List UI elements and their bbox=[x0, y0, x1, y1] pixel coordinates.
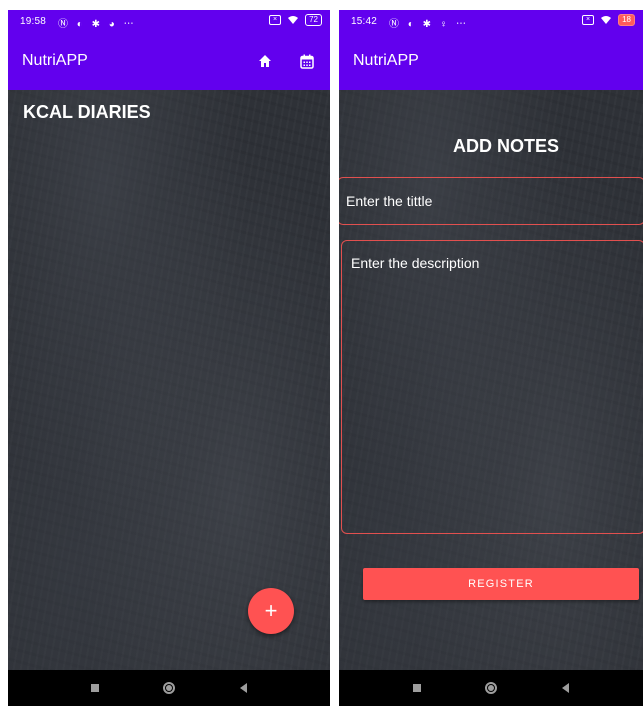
phone-screen-add-notes: 15:42 Ⓝ ◐ ✱ ♀ ⋯ × 18 NutriAPP ADD NOTES … bbox=[339, 10, 643, 706]
register-button[interactable]: REGISTER bbox=[363, 568, 639, 600]
home-icon bbox=[259, 55, 271, 67]
square-icon bbox=[413, 684, 421, 692]
description-placeholder: Enter the description bbox=[351, 255, 480, 271]
back-triangle-icon bbox=[239, 683, 247, 693]
app-title: NutriAPP bbox=[353, 52, 419, 69]
recents-button[interactable] bbox=[87, 680, 103, 696]
title-input[interactable]: Enter the tittle bbox=[339, 177, 643, 225]
wifi-icon bbox=[601, 16, 612, 24]
circle-icon bbox=[163, 682, 175, 694]
status-time: 19:58 bbox=[20, 16, 47, 27]
status-notification-icons: Ⓝ ◐ ✱ ◕ ⋯ bbox=[58, 19, 137, 30]
system-nav-bar bbox=[8, 670, 330, 706]
back-button[interactable] bbox=[557, 680, 573, 696]
calendar-button[interactable] bbox=[296, 50, 318, 72]
wifi-icon bbox=[288, 16, 299, 24]
home-nav-button[interactable] bbox=[161, 680, 177, 696]
page-title: KCAL DIARIES bbox=[23, 102, 151, 122]
page-title: ADD NOTES bbox=[452, 136, 559, 156]
sim-off-icon: × bbox=[269, 15, 282, 25]
home-button[interactable] bbox=[254, 50, 276, 72]
square-icon bbox=[91, 684, 99, 692]
circle-icon bbox=[485, 682, 497, 694]
description-input[interactable]: Enter the description bbox=[341, 240, 643, 534]
battery-indicator: 18 bbox=[618, 14, 635, 26]
recents-button[interactable] bbox=[409, 680, 425, 696]
status-notification-icons: Ⓝ ◐ ✱ ♀ ⋯ bbox=[389, 19, 470, 30]
phone-screen-kcal-diaries: 19:58 Ⓝ ◐ ✱ ◕ ⋯ × 72 NutriAPP KCAL DIARI… bbox=[8, 10, 330, 706]
system-nav-bar bbox=[339, 670, 643, 706]
app-bar: NutriAPP bbox=[339, 34, 643, 90]
battery-indicator: 72 bbox=[305, 14, 322, 26]
status-system-icons: × 18 bbox=[582, 14, 635, 26]
app-title: NutriAPP bbox=[22, 52, 88, 69]
plus-icon: + bbox=[264, 598, 278, 623]
add-note-fab[interactable]: + bbox=[248, 588, 294, 634]
home-nav-button[interactable] bbox=[483, 680, 499, 696]
status-bar: 15:42 Ⓝ ◐ ✱ ♀ ⋯ × 18 bbox=[339, 10, 643, 34]
back-triangle-icon bbox=[561, 683, 569, 693]
status-time: 15:42 bbox=[351, 16, 378, 27]
title-placeholder: Enter the tittle bbox=[346, 193, 433, 209]
sim-off-icon: × bbox=[582, 15, 595, 25]
status-bar: 19:58 Ⓝ ◐ ✱ ◕ ⋯ × 72 bbox=[8, 10, 330, 34]
status-system-icons: × 72 bbox=[269, 14, 322, 26]
back-button[interactable] bbox=[235, 680, 251, 696]
calendar-icon bbox=[300, 54, 314, 69]
app-bar: NutriAPP bbox=[8, 34, 330, 90]
